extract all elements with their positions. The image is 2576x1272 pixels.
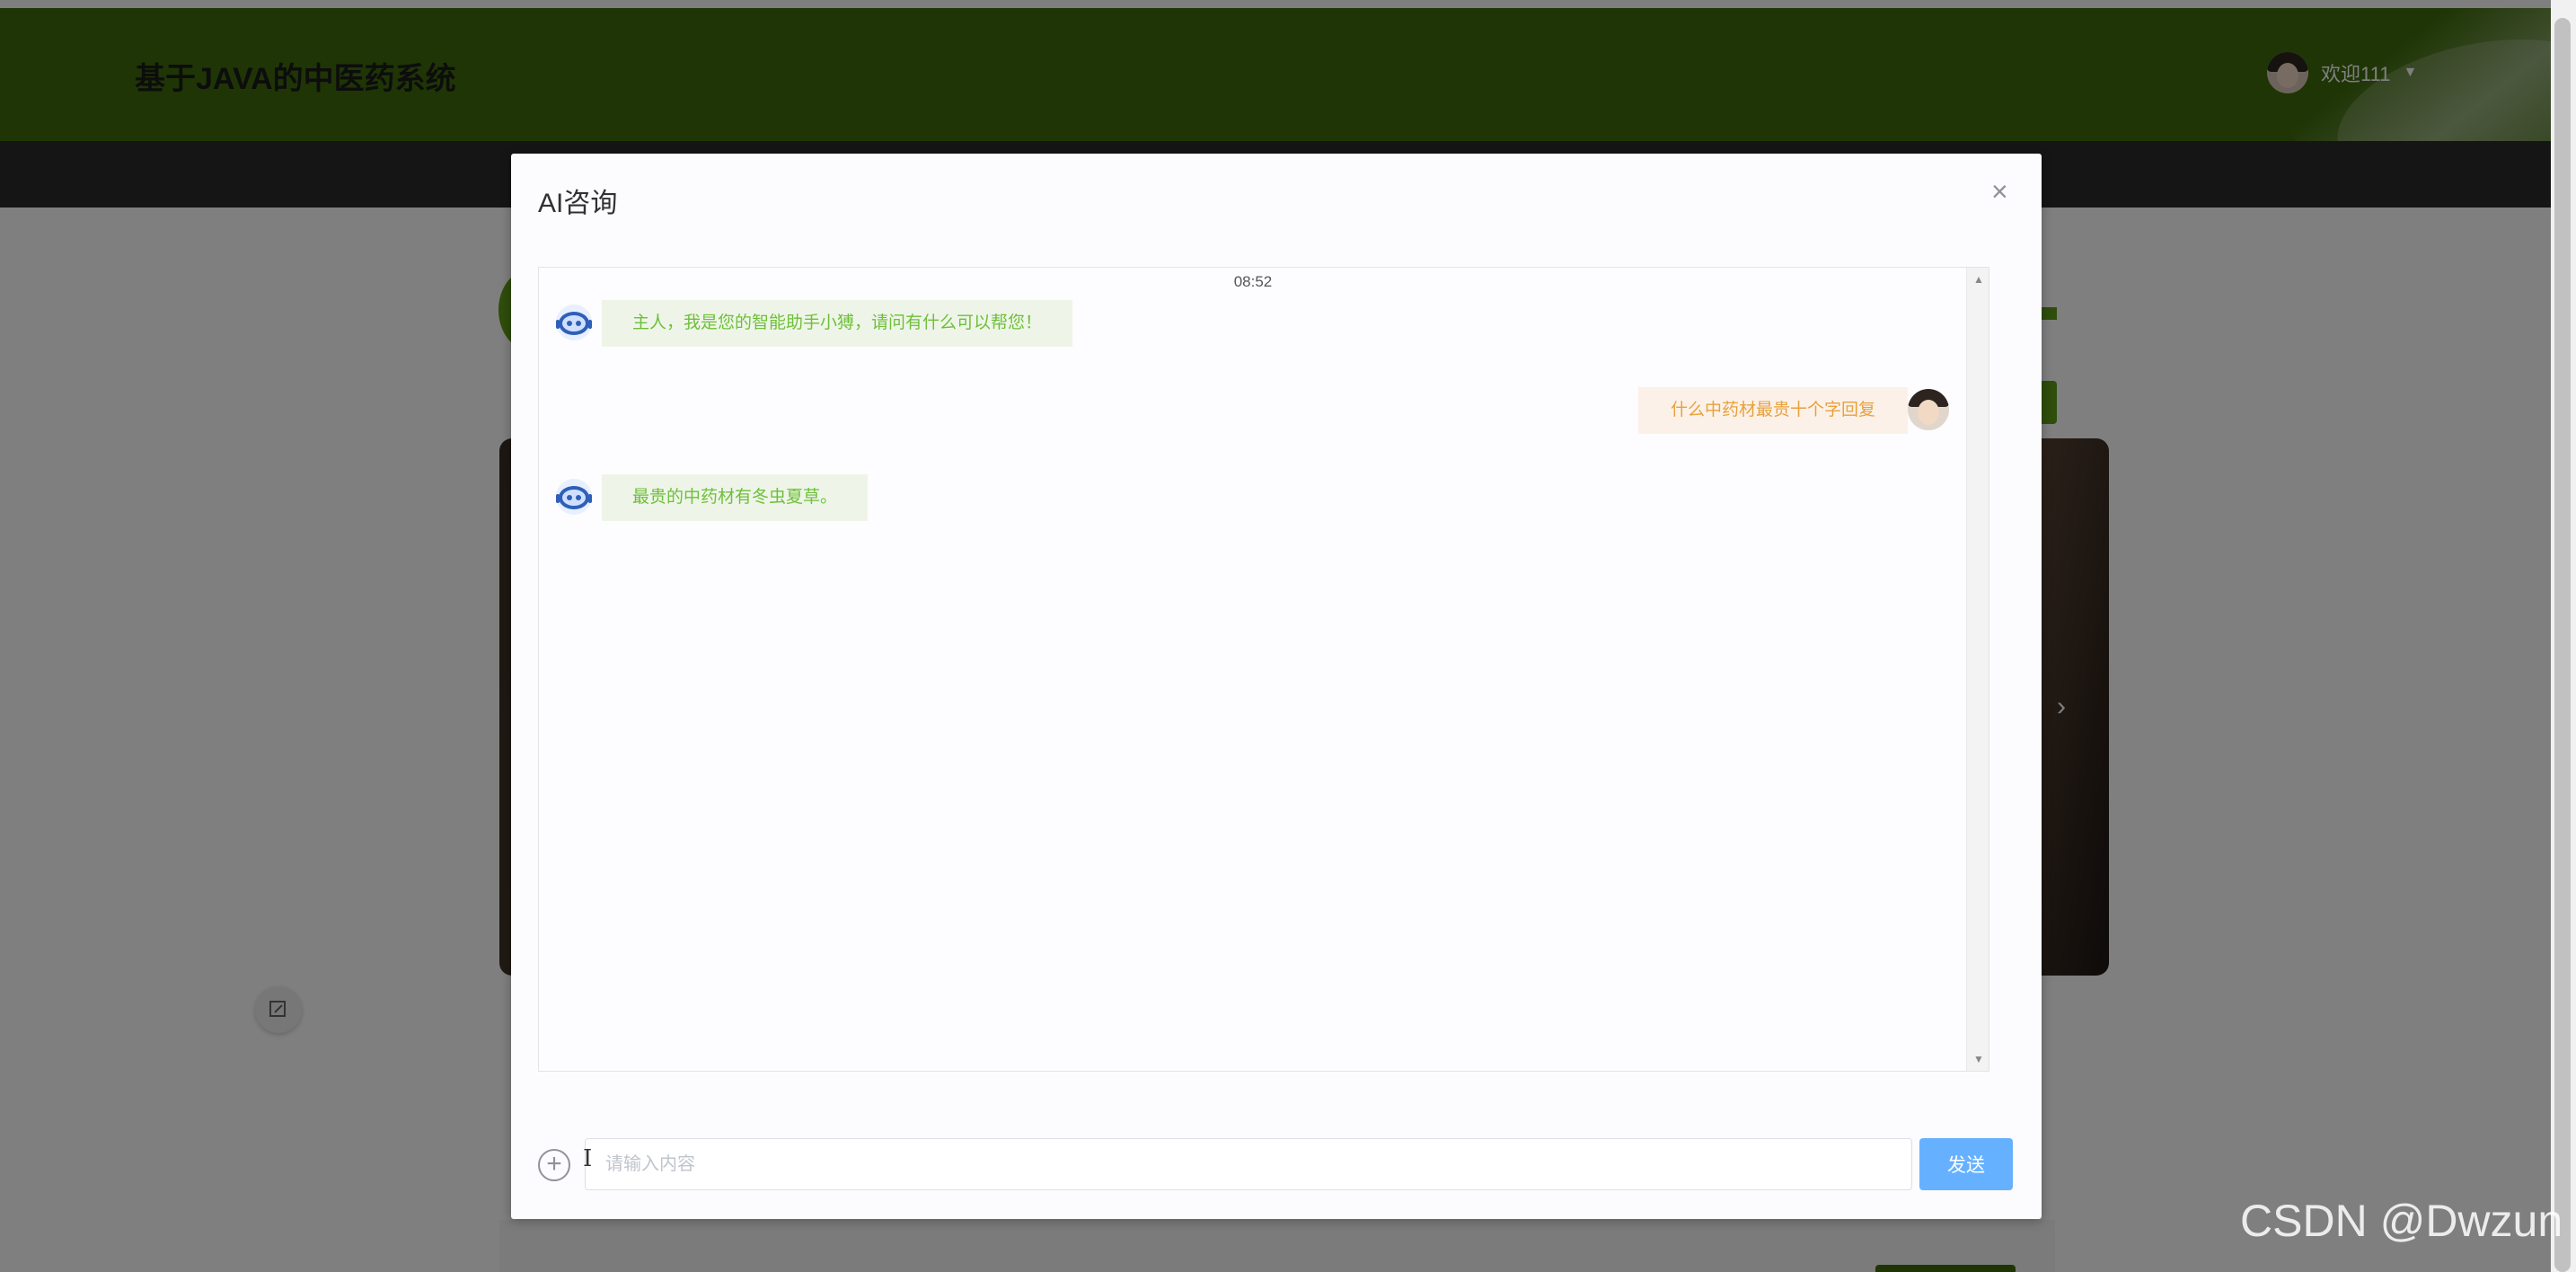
dialog-title: AI咨询 (538, 189, 618, 218)
message-time: 08:52 (1233, 273, 1273, 290)
send-button[interactable]: 发送 (1919, 1138, 2013, 1190)
message-input[interactable] (585, 1138, 1912, 1190)
user-message: 什么中药材最贵十个字回复 (1637, 387, 1908, 434)
ai-consult-dialog: AI咨询 × 08:52 主人，我是您的智能助手小猼，请问有什么可以帮您！ 什么… (511, 154, 2042, 1219)
watermark: CSDN @Dwzun (2240, 1196, 2563, 1246)
page-scrollbar-thumb[interactable] (2554, 18, 2571, 1272)
chat-input-row: + I 发送 (538, 1138, 2018, 1192)
chat-scrollbar[interactable]: ▲ ▼ (1966, 268, 1989, 1071)
plus-circle-icon[interactable]: + (538, 1149, 570, 1181)
bot-message: 主人，我是您的智能助手小猼，请问有什么可以帮您！ (602, 300, 1073, 347)
scroll-down-icon[interactable]: ▼ (1973, 1053, 1984, 1065)
bot-message: 最贵的中药材有冬虫夏草。 (602, 474, 869, 521)
avatar (1908, 389, 1949, 430)
robot-icon (556, 305, 592, 340)
text-cursor-icon: I (583, 1145, 593, 1172)
chat-window[interactable]: 08:52 主人，我是您的智能助手小猼，请问有什么可以帮您！ 什么中药材最贵十个… (538, 267, 1989, 1072)
scroll-up-icon[interactable]: ▲ (1973, 273, 1984, 286)
robot-icon (556, 479, 592, 515)
close-icon[interactable]: × (1991, 177, 2008, 206)
